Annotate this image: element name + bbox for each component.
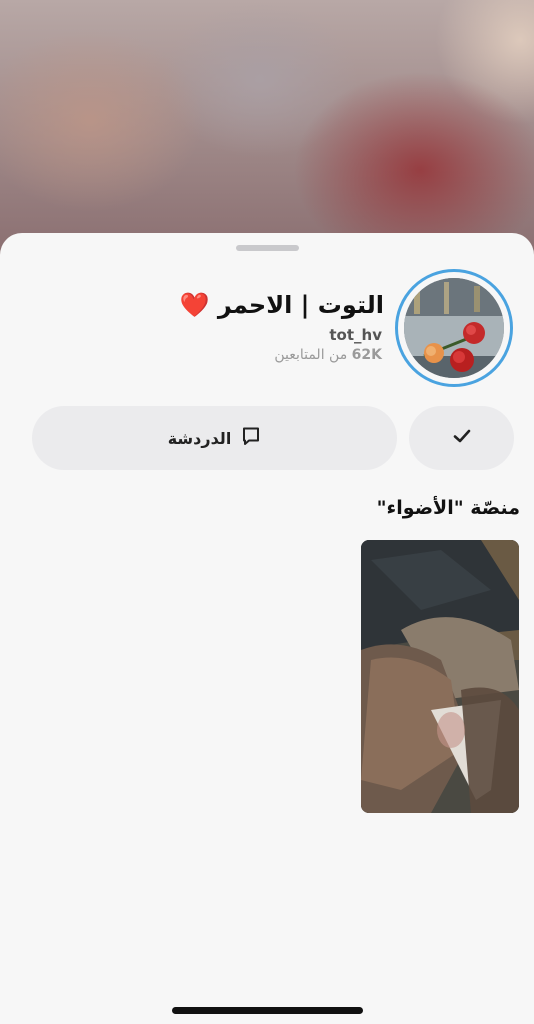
username: tot_hv (329, 326, 382, 344)
avatar-image (404, 278, 504, 378)
sheet-grabber[interactable] (236, 245, 299, 251)
chat-button[interactable]: الدردشة (32, 406, 397, 470)
blurred-background (0, 0, 534, 260)
checkmark-icon (451, 425, 473, 451)
story-ring[interactable] (395, 269, 513, 387)
followers-text: 62K من المتابعين (274, 347, 382, 363)
chat-bubble-icon (241, 426, 261, 450)
followers-count: 62K (351, 347, 382, 363)
spotlight-thumbnail[interactable] (361, 540, 519, 813)
friend-added-button[interactable] (409, 406, 514, 470)
followers-label: من المتابعين (274, 347, 348, 363)
profile-sheet: التوت | الاحمر ❤️ tot_hv 62K من المتابعي… (0, 233, 534, 1024)
display-name: التوت | الاحمر ❤️ (179, 291, 384, 319)
spotlight-section-title: منصّة "الأضواء" (376, 497, 520, 519)
chat-label: الدردشة (167, 428, 232, 448)
avatar[interactable] (404, 278, 504, 378)
profile-screen: التوت | الاحمر ❤️ tot_hv 62K من المتابعي… (0, 0, 534, 1024)
home-indicator[interactable] (172, 1007, 363, 1014)
spotlight-thumbnail-image (361, 540, 519, 813)
